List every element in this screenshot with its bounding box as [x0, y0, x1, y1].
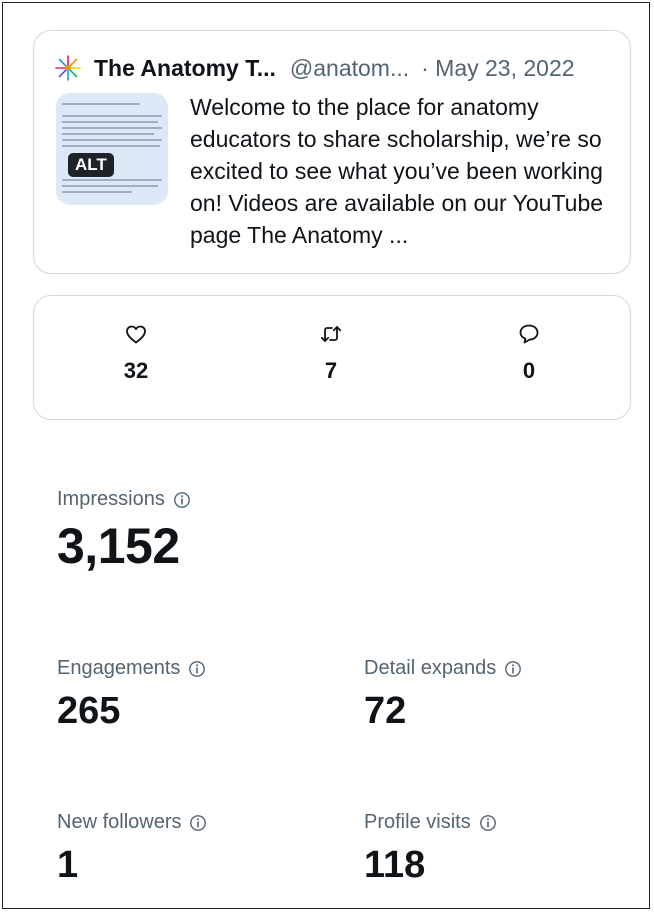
sparkle-avatar-icon[interactable] [54, 54, 82, 82]
info-icon[interactable] [504, 660, 522, 678]
engagements-label: Engagements [57, 657, 181, 679]
thumbnail-text-line [62, 121, 158, 123]
retweets-stat[interactable]: 7 [291, 322, 371, 384]
impressions-label: Impressions [57, 488, 165, 510]
thumbnail-text-line [62, 139, 162, 141]
thumbnail-text-line [62, 145, 160, 147]
heart-icon [126, 325, 146, 344]
new-followers-label: New followers [57, 811, 182, 833]
detail-expands-value: 72 [364, 690, 407, 732]
tweet-header: The Anatomy T... @anatom... · May 23, 20… [54, 53, 612, 83]
detail-expands-label: Detail expands [364, 657, 497, 679]
tweet-text: Welcome to the place for anatomy educato… [190, 94, 604, 248]
thumbnail-text-line [62, 191, 132, 193]
new-followers-metric: New followers 1 [57, 811, 207, 884]
reply-bubble-icon [519, 324, 539, 344]
impressions-value: 3,152 [57, 518, 180, 574]
engagements-metric: Engagements 265 [57, 657, 206, 730]
author-name[interactable]: The Anatomy T... [94, 55, 276, 82]
info-icon[interactable] [189, 814, 207, 832]
info-icon[interactable] [479, 814, 497, 832]
tweet-date[interactable]: · May 23, 2022 [421, 55, 574, 82]
alt-text-badge[interactable]: ALT [68, 153, 114, 177]
impressions-metric: Impressions 3,152 [57, 488, 191, 571]
engagement-summary-card: 32 7 0 [33, 295, 631, 420]
tweet-image-thumbnail[interactable]: ALT [56, 93, 168, 205]
thumbnail-text-line [62, 115, 162, 117]
info-icon[interactable] [188, 660, 206, 678]
thumbnail-text-line [62, 127, 162, 129]
replies-count: 0 [522, 358, 536, 383]
analytics-panel: The Anatomy T... @anatom... · May 23, 20… [2, 2, 650, 909]
detail-expands-metric: Detail expands 72 [364, 657, 522, 730]
thumbnail-text-line [62, 179, 162, 181]
profile-visits-label: Profile visits [364, 811, 471, 833]
retweets-count: 7 [324, 358, 338, 383]
tweet-preview-card[interactable]: The Anatomy T... @anatom... · May 23, 20… [33, 30, 631, 274]
engagements-value: 265 [57, 690, 121, 732]
likes-count: 32 [123, 358, 149, 383]
replies-stat[interactable]: 0 [489, 322, 569, 384]
new-followers-value: 1 [57, 844, 79, 886]
thumbnail-text-line [62, 133, 154, 135]
thumbnail-text-line [62, 103, 140, 105]
profile-visits-value: 118 [364, 844, 426, 886]
thumbnail-text-line [62, 185, 158, 187]
retweet-icon [320, 326, 342, 342]
info-icon[interactable] [173, 491, 191, 509]
author-handle[interactable]: @anatom... [290, 55, 409, 82]
profile-visits-metric: Profile visits 118 [364, 811, 497, 884]
likes-stat[interactable]: 32 [96, 322, 176, 384]
